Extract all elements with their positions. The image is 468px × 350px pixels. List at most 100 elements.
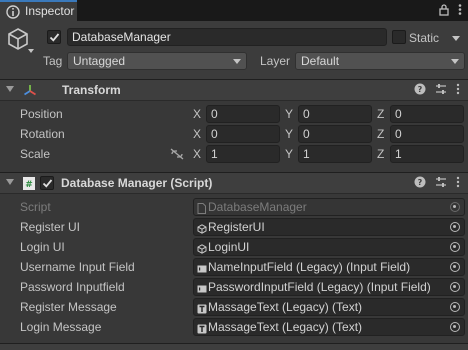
field-value: MassageText (Legacy) (Text) [208,300,363,314]
field-value: MassageText (Legacy) (Text) [208,320,363,334]
layer-value: Default [301,54,340,68]
rotation-row: Rotation X 0 Y 0 Z 0 [0,124,468,144]
axis-x-label[interactable]: X [193,127,201,141]
inspector-icon [6,5,20,22]
csharp-script-icon: # [22,176,36,194]
axis-y-label[interactable]: Y [285,107,293,121]
component-enabled-checkbox[interactable] [40,176,54,190]
scale-z-field[interactable]: 1 [390,145,464,163]
object-picker-icon[interactable] [450,322,460,332]
active-checkbox[interactable] [47,30,61,44]
field-label: Register UI [20,220,81,234]
axis-z-label[interactable]: Z [377,147,384,161]
help-icon[interactable]: ? [414,83,426,98]
scale-label: Scale [20,147,51,161]
tag-dropdown[interactable]: Untagged [67,52,247,70]
rotation-x-field[interactable]: 0 [206,125,280,143]
field-label: Login Message [20,320,102,334]
axis-z-label[interactable]: Z [377,107,384,121]
tab-inspector[interactable]: Inspector [0,0,77,21]
object-picker-icon[interactable] [450,222,460,232]
scale-x-field[interactable]: 1 [206,145,280,163]
field-value: PasswordInputField (Legacy) (Input Field… [208,280,431,294]
field-row: Password Inputfield PasswordInputField (… [0,277,468,297]
object-picker-icon[interactable] [450,242,460,252]
login-ui-object-field[interactable]: LoginUI [193,238,465,256]
object-picker-icon[interactable] [450,262,460,272]
gameobject-icon [197,242,207,255]
script-file-icon [197,202,206,215]
position-x-field[interactable]: 0 [206,105,280,123]
axis-y-label[interactable]: Y [285,127,293,141]
preset-icon[interactable] [435,176,447,191]
lock-icon[interactable] [438,3,450,19]
position-y-field[interactable]: 0 [298,105,372,123]
axis-z-label[interactable]: Z [377,127,384,141]
position-label: Position [20,107,63,121]
gameobject-cube-icon[interactable] [6,27,30,54]
field-value: NameInputField (Legacy) (Input Field) [208,260,411,274]
object-picker-icon[interactable] [450,282,460,292]
svg-text:?: ? [418,85,423,94]
rotation-y-field[interactable]: 0 [298,125,372,143]
transform-icon [22,83,38,102]
static-checkbox[interactable] [392,30,406,44]
svg-text:#: # [25,180,33,190]
foldout-arrow-icon[interactable] [6,179,14,185]
password-input-object-field[interactable]: PasswordInputField (Legacy) (Input Field… [193,278,465,296]
register-message-object-field[interactable]: MassageText (Legacy) (Text) [193,298,465,316]
icon-dropdown-arrow-icon[interactable] [28,49,34,53]
username-input-object-field[interactable]: NameInputField (Legacy) (Input Field) [193,258,465,276]
transform-header[interactable]: Transform ? [0,79,468,101]
text-icon [197,302,207,315]
field-label: Username Input Field [20,260,135,274]
position-row: Position X 0 Y 0 Z 0 [0,104,468,124]
script-component-title: Database Manager (Script) [61,176,213,190]
rotation-z-field[interactable]: 0 [390,125,464,143]
object-name-input[interactable]: DatabaseManager [67,28,387,46]
field-row: Register UI RegisterUI [0,217,468,237]
transform-title: Transform [62,83,121,97]
kebab-menu-icon[interactable] [456,176,460,191]
static-dropdown-arrow-icon[interactable] [452,36,460,41]
object-picker-icon [450,202,460,212]
script-value: DatabaseManager [208,200,307,214]
kebab-menu-icon[interactable] [458,3,462,19]
gameobject-icon [197,222,207,235]
tag-value: Untagged [73,54,126,68]
field-value: RegisterUI [208,220,265,234]
tag-label: Tag [43,54,63,68]
script-row: Script DatabaseManager [0,197,468,217]
chevron-down-icon [233,59,241,64]
object-picker-icon[interactable] [450,302,460,312]
field-label: Password Inputfield [20,280,125,294]
svg-text:?: ? [418,178,423,187]
register-ui-object-field[interactable]: RegisterUI [193,218,465,236]
login-message-object-field[interactable]: MassageText (Legacy) (Text) [193,318,465,336]
axis-x-label[interactable]: X [193,147,201,161]
axis-y-label[interactable]: Y [285,147,293,161]
axis-x-label[interactable]: X [193,107,201,121]
preset-icon[interactable] [435,83,447,98]
inputfield-icon [197,282,207,295]
field-row: Login UI LoginUI [0,237,468,257]
layer-dropdown[interactable]: Default [295,52,465,70]
field-row: Register Message MassageText (Legacy) (T… [0,297,468,317]
layer-label: Layer [260,54,291,68]
tab-bar: Inspector [0,0,468,21]
field-value: LoginUI [208,240,250,254]
script-label: Script [20,200,51,214]
field-row: Username Input Field NameInputField (Leg… [0,257,468,277]
script-component-header[interactable]: # Database Manager (Script) ? [0,172,468,194]
kebab-menu-icon[interactable] [456,83,460,98]
foldout-arrow-icon[interactable] [6,86,14,92]
field-row: Login Message MassageText (Legacy) (Text… [0,317,468,337]
static-label: Static [409,31,440,45]
scale-y-field[interactable]: 1 [298,145,372,163]
script-object-field: DatabaseManager [193,198,465,216]
help-icon[interactable]: ? [414,176,426,191]
field-label: Register Message [20,300,117,314]
constrain-proportions-icon[interactable] [170,148,184,163]
position-z-field[interactable]: 0 [390,105,464,123]
rotation-label: Rotation [20,127,65,141]
